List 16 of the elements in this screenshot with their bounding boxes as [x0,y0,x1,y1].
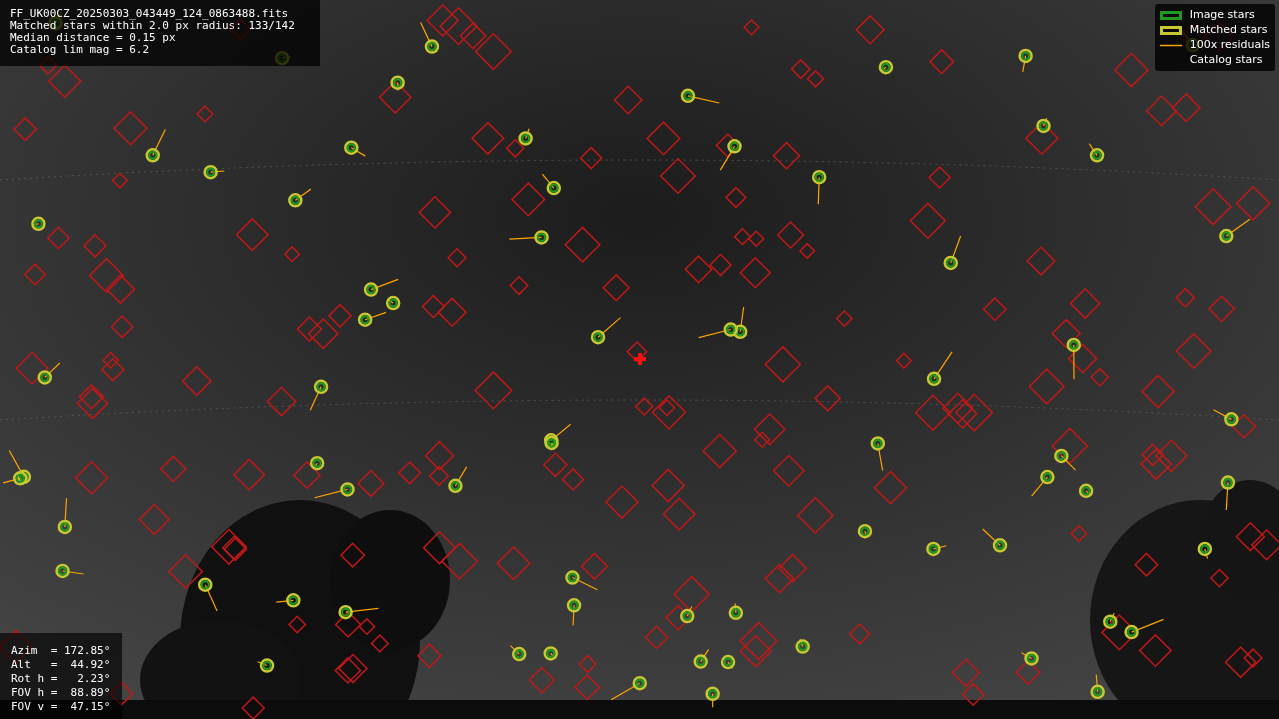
info-text: Matched stars within 2.0 px radius: 133/142 [10,20,296,32]
cross-icon [634,353,646,365]
legend-label: Image stars [1189,8,1255,22]
matched-star-swatch-icon [1159,25,1182,35]
pointing-text: Rot h = 2.23° [11,673,111,685]
image-star-swatch-icon [1159,10,1182,20]
pointing-text: Alt = 44.92° [11,659,111,671]
pointing-text: FOV v = 47.15° [11,701,111,713]
info-text: Catalog lim mag = 6.2 [10,44,151,56]
info-text: Median distance = 0.15 px [10,32,177,44]
pointing-text: FOV h = 88.89° [11,687,111,699]
legend-label: Matched stars [1189,23,1268,37]
pointing-text: Azim = 172.85° [11,645,111,657]
legend-label: Catalog stars [1189,53,1263,67]
info-text: FF_UK00CZ_20250303_043449_124_0863488.fits [10,8,290,20]
legend-label: 100x residuals [1189,38,1270,52]
